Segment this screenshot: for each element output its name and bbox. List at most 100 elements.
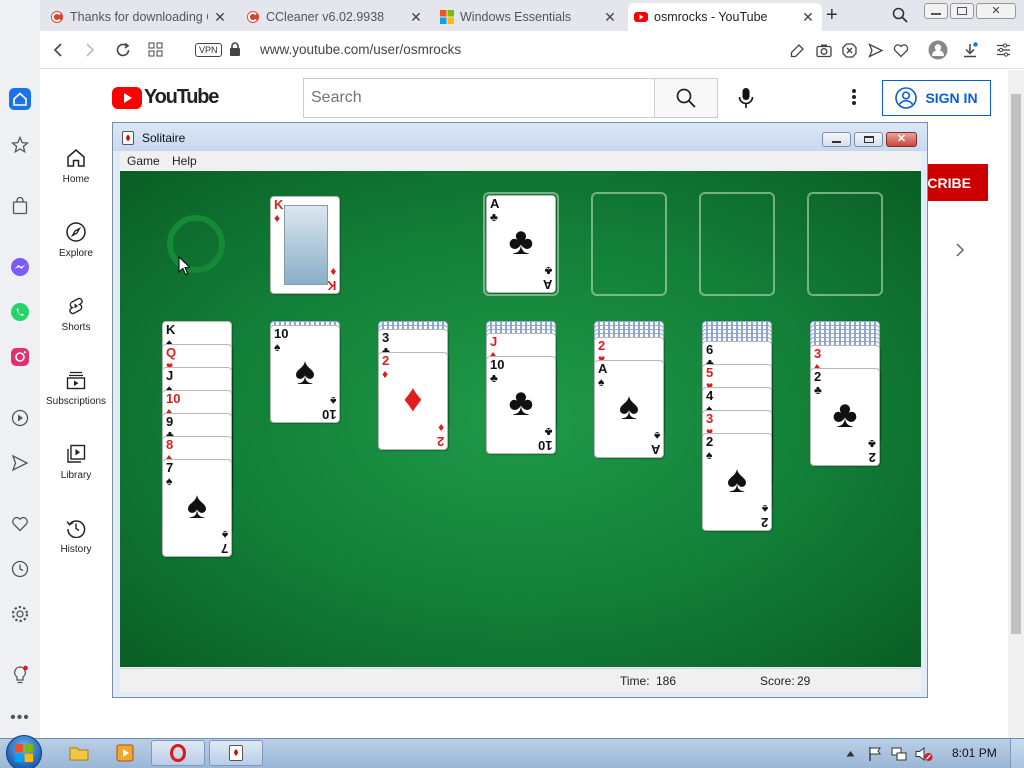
start-button[interactable] [6,735,42,768]
foundation-slot[interactable] [591,192,667,296]
taskbar-media-player[interactable] [104,740,146,766]
history-icon [66,520,86,538]
maximize-button[interactable] [854,132,883,147]
nav-item-home[interactable]: Home [40,148,112,185]
search-box[interactable] [303,78,655,118]
tab-grid-icon[interactable] [148,42,163,57]
search-tabs-icon[interactable] [892,7,908,23]
block-ads-icon[interactable] [842,43,857,58]
solitaire-titlebar[interactable]: Solitaire ✕ [113,123,927,151]
reload-icon[interactable] [115,42,131,58]
home-icon[interactable] [9,88,31,110]
playing-card[interactable]: 2 ♠ 2 ♠ ♠ [702,433,772,531]
youtube-logo[interactable]: YouTube [112,86,219,109]
nav-item-history[interactable]: History [40,518,112,555]
card-rank: 2 [436,434,444,449]
taskbar-explorer[interactable] [58,740,100,766]
close-window-button[interactable]: ✕ [976,3,1016,19]
tab-label: Thanks for downloading C [70,10,208,24]
playing-card[interactable]: 2 ♣ 2 ♣ ♣ [810,368,880,466]
shopping-bag-icon[interactable] [9,195,31,217]
show-hidden-icons-icon[interactable] [846,750,855,757]
show-desktop-button[interactable] [1010,739,1024,768]
lock-icon[interactable] [229,42,241,57]
restore-window-button[interactable] [950,3,974,19]
tips-bulb-icon[interactable] [9,664,31,686]
playing-card[interactable]: 10 ♣ 10 ♣ ♣ [486,356,556,454]
browser-tab-active[interactable]: osmrocks - YouTube ✕ [628,3,822,31]
game-felt[interactable]: K♦K♦A♣A♣♣K♠K♠Q♥Q♥J♠J♠10♦10♦9♣9♣8♦8♦7♠7♠♠… [120,171,921,667]
playing-card[interactable]: K ♦ K ♦ [270,196,340,294]
solitaire-statusbar: Time: 186 Score: 29 [120,668,921,692]
browser-tab[interactable]: Thanks for downloading C ✕ [44,3,234,31]
nav-item-subscriptions[interactable]: Subscriptions [40,370,112,407]
nav-item-library[interactable]: Library [40,444,112,481]
new-tab-button[interactable]: + [826,4,838,27]
network-icon[interactable] [891,746,907,762]
edit-icon[interactable] [790,43,805,58]
foundation-slot[interactable] [699,192,775,296]
playing-card[interactable]: 7 ♠ 7 ♠ ♠ [162,459,232,557]
instagram-icon[interactable] [9,346,31,368]
favorite-heart-icon[interactable] [893,43,909,58]
playing-card[interactable]: 2 ♦ 2 ♦ ♦ [378,352,448,450]
bookmarks-icon[interactable] [9,134,31,156]
vpn-badge[interactable]: VPN [195,43,222,57]
card-corner-label: 7 ♠ [221,528,228,556]
taskbar-clock[interactable]: 8:01 PM [952,746,997,760]
minimize-window-button[interactable] [924,3,948,19]
search-button[interactable] [654,78,718,118]
download-icon[interactable] [962,42,978,59]
heart-icon[interactable] [9,513,31,535]
nav-item-explore[interactable]: Explore [40,222,112,259]
action-center-flag-icon[interactable] [868,746,882,762]
close-button[interactable]: ✕ [886,132,917,147]
chevron-right-icon[interactable] [955,242,965,258]
history-clock-icon[interactable] [9,558,31,580]
url-text[interactable]: www.youtube.com/user/osmrocks [260,42,461,57]
easy-setup-icon[interactable] [996,43,1011,57]
card-rank: 10 [166,391,181,406]
nav-item-shorts[interactable]: Shorts [40,296,112,333]
card-suit-icon: ♠ [221,528,228,542]
more-dots-icon[interactable]: ••• [9,707,31,729]
close-tab-icon[interactable]: ✕ [800,9,816,26]
close-tab-icon[interactable]: ✕ [212,9,228,26]
card-corner-label: 7 ♠ [166,461,173,488]
scrollbar-thumb[interactable] [1011,94,1021,634]
compass-icon [66,222,86,242]
browser-tab[interactable]: Windows Essentials ✕ [434,3,624,31]
foundation-slot[interactable] [807,192,883,296]
player-icon[interactable] [9,407,31,429]
close-tab-icon[interactable]: ✕ [602,9,618,26]
more-vertical-icon[interactable] [851,88,857,106]
subscribe-button[interactable]: SCRIBE [918,164,988,201]
taskbar-solitaire[interactable] [209,740,263,766]
settings-gear-icon[interactable] [9,603,31,625]
back-icon[interactable] [52,42,64,58]
card-corner-label: 2 ♠ [761,502,768,530]
playing-card[interactable]: A ♣ A ♣ ♣ [486,195,556,293]
volume-muted-icon[interactable] [915,746,933,762]
taskbar-opera[interactable] [151,740,205,766]
search-input[interactable] [304,79,655,117]
browser-tab[interactable]: CCleaner v6.02.9938 ✕ [240,3,430,31]
microphone-icon[interactable] [738,87,754,109]
playing-card[interactable]: A ♠ A ♠ ♠ [594,360,664,458]
stock-recycle-icon[interactable] [167,215,225,273]
minimize-button[interactable] [822,132,851,147]
menu-game[interactable]: Game [127,154,160,168]
forward-icon[interactable] [84,42,96,58]
close-tab-icon[interactable]: ✕ [408,9,424,26]
menu-help[interactable]: Help [172,154,197,168]
camera-icon[interactable] [816,43,832,58]
playing-card[interactable]: 10 ♠ 10 ♠ ♠ [270,325,340,423]
sign-in-button[interactable]: SIGN IN [882,80,991,116]
send-page-icon[interactable] [868,43,883,58]
page-scrollbar[interactable] [1008,70,1024,738]
sign-in-label: SIGN IN [925,90,978,106]
send-icon[interactable] [9,452,31,474]
messenger-icon[interactable] [9,256,31,278]
whatsapp-icon[interactable] [9,301,31,323]
profile-icon[interactable] [928,40,948,60]
